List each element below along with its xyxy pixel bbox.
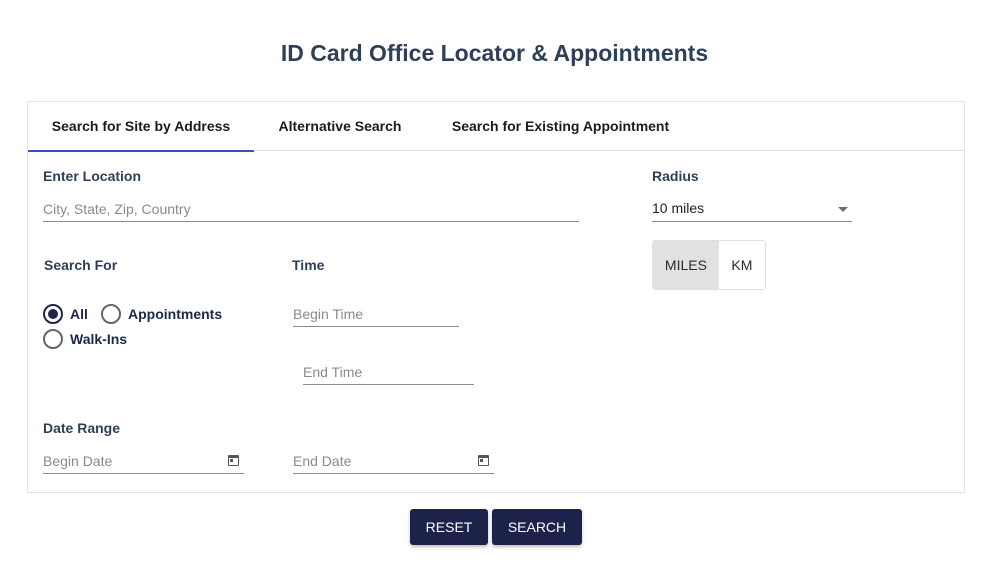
tab-search-by-address[interactable]: Search for Site by Address [28, 102, 254, 152]
begin-date-input[interactable] [43, 448, 244, 473]
unit-miles-toggle[interactable]: MILES [653, 241, 719, 289]
radius-selected-value: 10 miles [652, 200, 705, 216]
begin-time-field [293, 301, 459, 327]
search-button[interactable]: SEARCH [492, 509, 582, 545]
unit-toggle-group: MILES KM [652, 240, 766, 290]
reset-button[interactable]: RESET [410, 509, 488, 545]
date-range-label: Date Range [43, 420, 121, 436]
end-date-input[interactable] [293, 448, 494, 473]
radio-walk-ins[interactable]: Walk-Ins [43, 329, 127, 349]
dropdown-caret-icon [838, 207, 848, 212]
calendar-icon[interactable] [228, 455, 239, 466]
radio-unchecked-icon[interactable] [101, 304, 121, 324]
radio-appointments-label: Appointments [128, 306, 223, 322]
tab-bar: Search for Site by Address Alternative S… [28, 102, 964, 152]
radio-unchecked-icon[interactable] [43, 329, 63, 349]
tab-existing-appointment[interactable]: Search for Existing Appointment [438, 102, 683, 151]
tab-alternative-search[interactable]: Alternative Search [265, 102, 415, 151]
begin-date-field [43, 448, 244, 474]
location-field [43, 196, 579, 222]
radio-checked-icon[interactable] [43, 304, 63, 324]
radio-all-label: All [70, 306, 88, 322]
radio-all[interactable]: All [43, 304, 88, 324]
time-label: Time [292, 257, 325, 273]
begin-time-input[interactable] [293, 301, 459, 326]
search-card: Search for Site by Address Alternative S… [27, 101, 965, 493]
radio-walk-ins-label: Walk-Ins [70, 331, 128, 347]
search-for-label: Search For [44, 257, 118, 273]
end-time-input[interactable] [303, 359, 474, 384]
unit-km-toggle[interactable]: KM [718, 241, 765, 289]
end-time-field [303, 359, 474, 385]
location-input[interactable] [43, 196, 579, 221]
location-label: Enter Location [43, 168, 142, 184]
calendar-icon[interactable] [478, 455, 489, 466]
radius-select[interactable]: 10 miles [652, 196, 852, 222]
radio-appointments[interactable]: Appointments [101, 304, 222, 324]
end-date-field [293, 448, 494, 474]
radius-label: Radius [652, 168, 699, 184]
page-title: ID Card Office Locator & Appointments [280, 40, 709, 66]
